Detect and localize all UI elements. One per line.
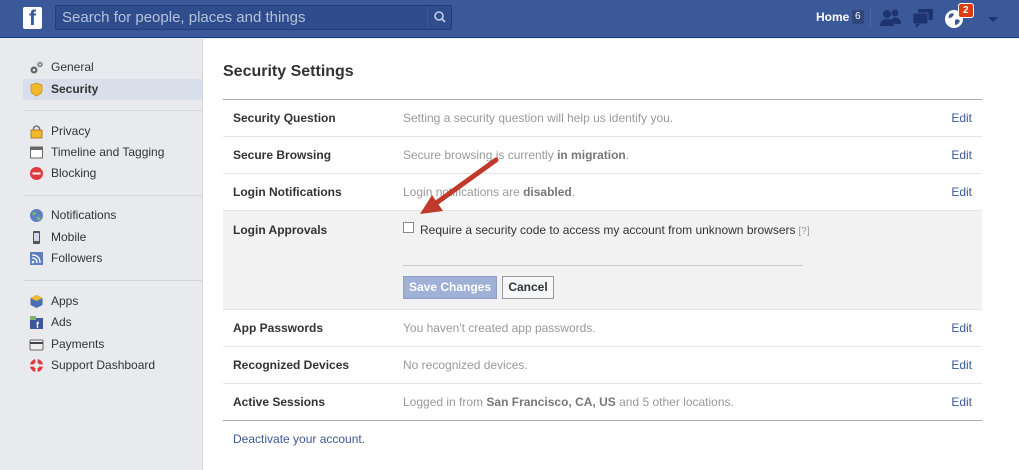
- divider: [403, 265, 803, 266]
- sidebar-item-support-dashboard[interactable]: Support Dashboard: [23, 355, 202, 376]
- divider: [223, 420, 982, 421]
- setting-row-recognized-devices: Recognized Devices No recognized devices…: [223, 347, 982, 384]
- block-icon: [30, 167, 43, 180]
- setting-description: Secure browsing is currently in migratio…: [403, 148, 630, 162]
- search-input[interactable]: [56, 6, 426, 29]
- setting-row-login-notifications: Login Notifications Login notifications …: [223, 174, 982, 211]
- mobile-icon: [33, 231, 40, 244]
- setting-label: Secure Browsing: [233, 148, 332, 162]
- sidebar-item-notifications[interactable]: Notifications: [23, 205, 202, 226]
- setting-description: Logged in from San Francisco, CA, US and…: [403, 395, 734, 409]
- login-approvals-checkbox[interactable]: [403, 222, 414, 233]
- setting-label: Login Notifications: [233, 185, 342, 199]
- edit-link[interactable]: Edit: [951, 111, 972, 125]
- search-button[interactable]: [427, 6, 451, 29]
- top-bar: f Home 6 2: [0, 0, 1019, 38]
- main-content: Security Settings Security Question Sett…: [203, 39, 1019, 470]
- settings-sidebar: General Security Privacy Timeline and Ta…: [0, 39, 203, 470]
- sidebar-item-blocking[interactable]: Blocking: [23, 163, 202, 184]
- lock-icon: [30, 125, 43, 139]
- credit-card-icon: [29, 339, 44, 351]
- checkbox-label[interactable]: Require a security code to access my acc…: [420, 222, 810, 240]
- setting-label: App Passwords: [233, 321, 324, 335]
- setting-row-login-approvals: Login Approvals Require a security code …: [223, 211, 982, 310]
- divider: [23, 280, 202, 281]
- setting-label: Recognized Devices: [233, 358, 350, 372]
- divider: [23, 195, 202, 196]
- chevron-down-icon[interactable]: [987, 13, 999, 27]
- divider: [23, 110, 202, 111]
- page-title: Security Settings: [223, 63, 354, 80]
- timeline-icon: [30, 146, 43, 159]
- setting-row-security-question: Security Question Setting a security que…: [223, 100, 982, 137]
- setting-row-active-sessions: Active Sessions Logged in from San Franc…: [223, 384, 982, 421]
- sidebar-item-apps[interactable]: Apps: [23, 291, 202, 312]
- friends-icon[interactable]: [879, 7, 903, 29]
- sidebar-item-privacy[interactable]: Privacy: [23, 121, 202, 142]
- edit-link[interactable]: Edit: [951, 358, 972, 372]
- divider: [870, 8, 871, 28]
- sidebar-item-payments[interactable]: Payments: [23, 334, 202, 355]
- search-icon: [434, 11, 446, 23]
- gears-icon: [30, 61, 43, 74]
- search-box[interactable]: [55, 5, 452, 30]
- home-link[interactable]: Home: [816, 10, 849, 24]
- apps-icon: [30, 295, 43, 308]
- deactivate-account-link[interactable]: Deactivate your account.: [233, 432, 365, 446]
- messages-icon[interactable]: [911, 7, 935, 29]
- lifebuoy-icon: [30, 359, 43, 372]
- shield-icon: [30, 82, 43, 97]
- edit-link[interactable]: Edit: [951, 148, 972, 162]
- rss-icon: [30, 252, 43, 265]
- edit-link[interactable]: Edit: [951, 185, 972, 199]
- setting-row-app-passwords: App Passwords You haven't created app pa…: [223, 310, 982, 347]
- setting-label: Active Sessions: [233, 395, 326, 409]
- sidebar-item-general[interactable]: General: [23, 57, 202, 78]
- sidebar-item-mobile[interactable]: Mobile: [23, 227, 202, 248]
- notifications-count-badge: 2: [958, 3, 974, 18]
- setting-description: No recognized devices.: [403, 358, 528, 372]
- sidebar-item-security[interactable]: Security: [23, 79, 202, 100]
- setting-description: You haven't created app passwords.: [403, 321, 596, 335]
- setting-label: Login Approvals: [233, 223, 328, 237]
- setting-label: Security Question: [233, 111, 336, 125]
- ads-icon: f: [30, 316, 43, 330]
- setting-row-secure-browsing: Secure Browsing Secure browsing is curre…: [223, 137, 982, 174]
- globe-icon: [30, 209, 43, 222]
- sidebar-item-followers[interactable]: Followers: [23, 248, 202, 269]
- facebook-logo[interactable]: f: [23, 7, 42, 30]
- setting-description: Login notifications are disabled.: [403, 185, 576, 199]
- save-changes-button[interactable]: Save Changes: [403, 276, 497, 299]
- help-link[interactable]: [?]: [799, 226, 810, 237]
- cancel-button[interactable]: Cancel: [502, 276, 554, 299]
- home-count-badge: 6: [852, 10, 864, 24]
- sidebar-item-ads[interactable]: f Ads: [23, 312, 202, 333]
- edit-link[interactable]: Edit: [951, 321, 972, 335]
- setting-description: Setting a security question will help us…: [403, 111, 674, 125]
- edit-link[interactable]: Edit: [951, 395, 972, 409]
- sidebar-item-timeline-and-tagging[interactable]: Timeline and Tagging: [23, 142, 202, 163]
